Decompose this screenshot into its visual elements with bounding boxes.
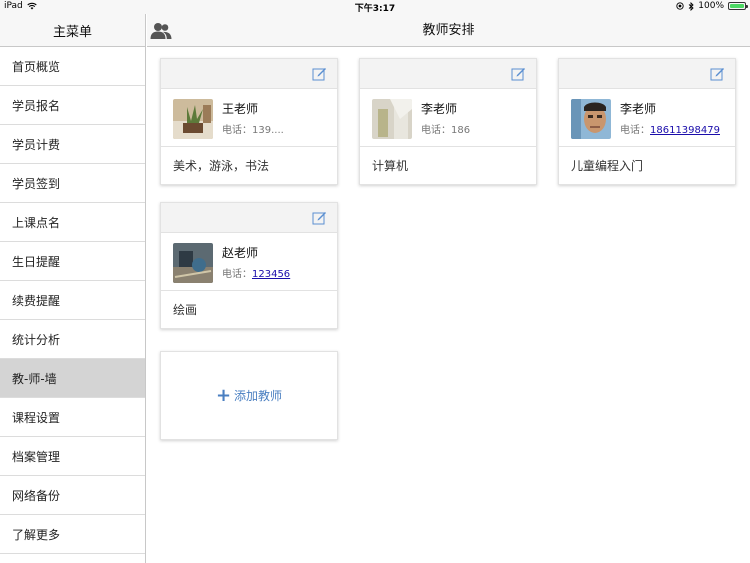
sidebar-item-courses[interactable]: 课程设置 [0, 398, 145, 437]
teacher-card: 李老师 电话：186 计算机 [359, 58, 537, 185]
edit-icon[interactable] [312, 66, 327, 81]
sidebar-item-rollcall[interactable]: 上课点名 [0, 203, 145, 242]
phone-label: 电话： [421, 125, 451, 136]
sidebar-item-teacher-wall[interactable]: 教-师-墙 [0, 359, 145, 398]
sidebar-item-label: 生日提醒 [12, 254, 61, 269]
teacher-name: 李老师 [620, 102, 657, 116]
battery-icon [728, 2, 748, 10]
sidebar-item-renewal[interactable]: 续费提醒 [0, 281, 145, 320]
sidebar: 主菜单 首页概览 学员报名 学员计费 学员签到 上课点名 生日提醒 续费提醒 统… [0, 14, 146, 563]
teacher-card: 李老师 电话：18611398479 儿童编程入门 [558, 58, 736, 185]
sidebar-title: 主菜单 [0, 14, 145, 47]
orientation-lock-icon [676, 2, 684, 10]
sidebar-item-enroll[interactable]: 学员报名 [0, 86, 145, 125]
edit-icon[interactable] [312, 210, 327, 225]
add-teacher-label: 添加教师 [234, 389, 283, 403]
teacher-subjects: 儿童编程入门 [571, 159, 644, 173]
sidebar-item-label: 教-师-墙 [12, 371, 57, 386]
sidebar-item-checkin[interactable]: 学员签到 [0, 164, 145, 203]
add-teacher-button[interactable]: + 添加教师 [160, 351, 338, 440]
status-time: 下午3:17 [354, 4, 396, 14]
teacher-avatar [372, 99, 412, 139]
sidebar-item-records[interactable]: 档案管理 [0, 437, 145, 476]
teacher-avatar [173, 243, 213, 283]
sidebar-item-backup[interactable]: 网络备份 [0, 476, 145, 515]
teacher-name: 李老师 [421, 102, 458, 116]
edit-icon[interactable] [710, 66, 725, 81]
teacher-wall: 王老师 电话：139.... 美术，游泳，书法 李老师 电话：186 计算机 李… [147, 47, 750, 563]
phone-number: 139.... [252, 125, 284, 136]
phone-link[interactable]: 123456 [252, 269, 290, 280]
sidebar-item-statistics[interactable]: 统计分析 [0, 320, 145, 359]
edit-icon[interactable] [511, 66, 526, 81]
teacher-card: 赵老师 电话：123456 绘画 [160, 202, 338, 329]
teacher-phone: 电话：123456 [222, 265, 290, 280]
teacher-subjects: 绘画 [173, 303, 198, 317]
sidebar-item-more[interactable]: 了解更多 [0, 515, 145, 554]
plus-icon: + [215, 384, 232, 406]
teacher-subjects: 美术，游泳，书法 [173, 159, 270, 173]
teacher-card: 王老师 电话：139.... 美术，游泳，书法 [160, 58, 338, 185]
teacher-name: 赵老师 [222, 246, 259, 260]
sidebar-item-label: 续费提醒 [12, 293, 61, 308]
teacher-name: 王老师 [222, 102, 259, 116]
page-title: 教师安排 [422, 23, 475, 38]
teacher-subjects: 计算机 [372, 159, 409, 173]
teacher-phone: 电话：186 [421, 121, 470, 136]
teacher-phone: 电话：139.... [222, 121, 284, 136]
phone-label: 电话： [620, 125, 650, 136]
teacher-avatar [571, 99, 611, 139]
teacher-avatar [173, 99, 213, 139]
sidebar-item-label: 统计分析 [12, 332, 61, 347]
sidebar-item-label: 了解更多 [12, 527, 61, 542]
nav-bar: 教师安排 [147, 14, 750, 47]
teacher-phone: 电话：18611398479 [620, 121, 720, 136]
sidebar-item-label: 档案管理 [12, 449, 61, 464]
sidebar-item-label: 学员计费 [12, 137, 61, 152]
phone-number: 186 [451, 125, 471, 136]
phone-link[interactable]: 18611398479 [650, 125, 720, 136]
sidebar-item-label: 课程设置 [12, 410, 61, 425]
sidebar-item-label: 首页概览 [12, 59, 61, 74]
sidebar-item-label: 上课点名 [12, 215, 61, 230]
sidebar-item-birthday[interactable]: 生日提醒 [0, 242, 145, 281]
battery-percent: 100% [698, 1, 724, 11]
sidebar-item-label: 网络备份 [12, 488, 61, 503]
status-bar: iPad 下午3:17 100% [0, 0, 750, 14]
phone-label: 电话： [222, 125, 252, 136]
phone-label: 电话： [222, 269, 252, 280]
sidebar-item-label: 学员签到 [12, 176, 61, 191]
sidebar-item-billing[interactable]: 学员计费 [0, 125, 145, 164]
bluetooth-icon [688, 1, 694, 11]
sidebar-item-overview[interactable]: 首页概览 [0, 47, 145, 86]
sidebar-item-label: 学员报名 [12, 98, 61, 113]
